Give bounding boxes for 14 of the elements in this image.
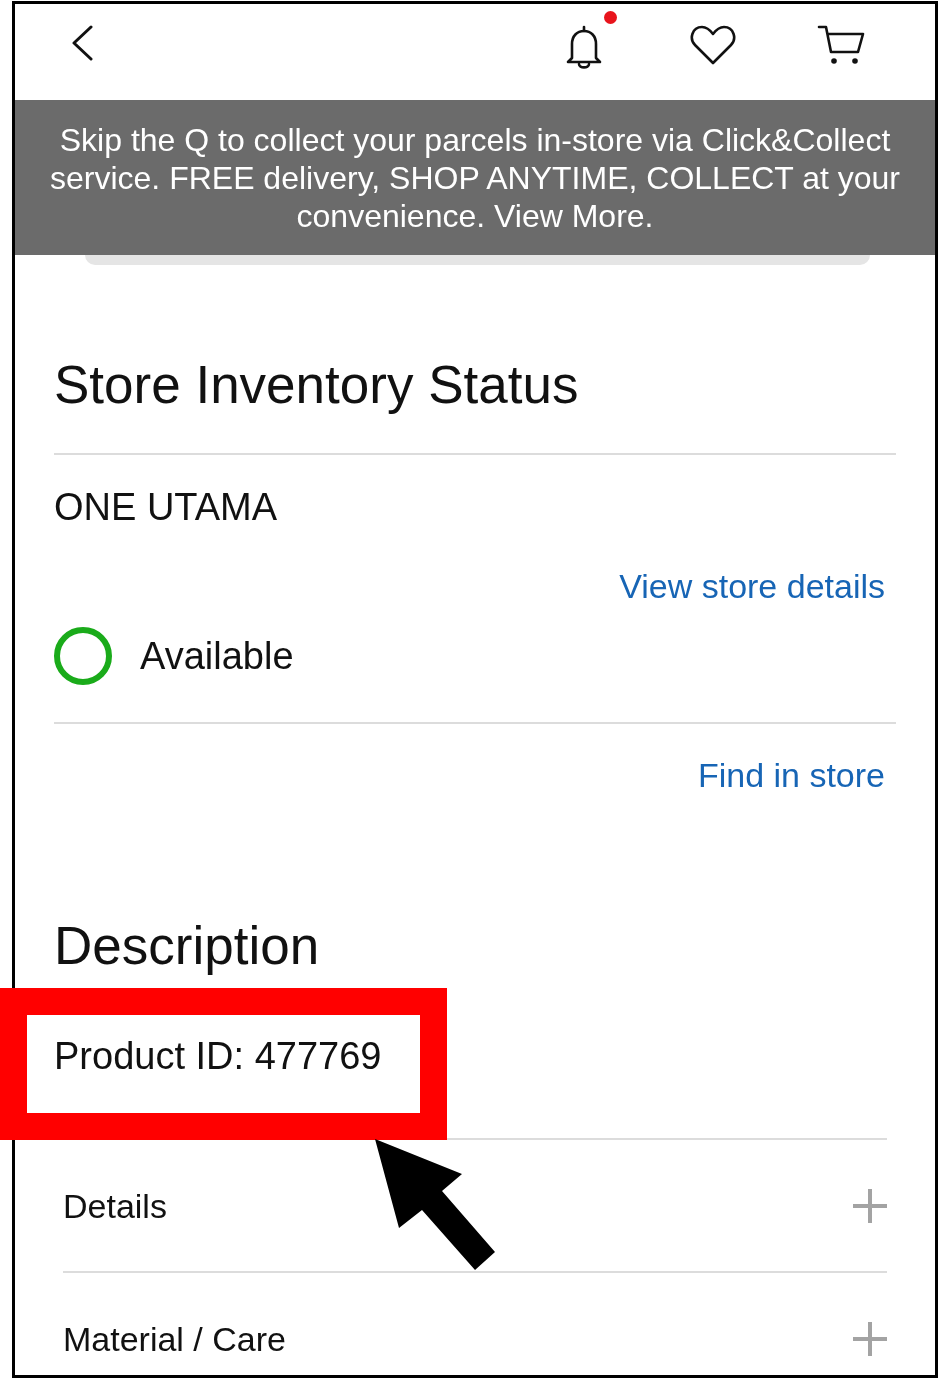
view-store-details-link[interactable]: View store details <box>619 566 885 606</box>
availability-status: Available <box>140 634 294 678</box>
store-name: ONE UTAMA <box>54 485 278 529</box>
find-in-store-link[interactable]: Find in store <box>697 755 885 795</box>
accordion-row[interactable]: Details <box>63 1140 887 1271</box>
cart-icon[interactable] <box>817 25 865 65</box>
product-id: Product ID: 477769 <box>54 1034 382 1078</box>
back-chevron-icon[interactable] <box>71 25 93 61</box>
section-heading: Store Inventory Status <box>54 357 579 413</box>
bell-icon[interactable] <box>564 25 604 69</box>
section-heading: Description <box>54 917 320 975</box>
promo-banner[interactable]: Skip the Q to collect your parcels in-store via Click&Collect service. FREE delivery, SHOP ANYTIME, COLLECT at your convenience. View More. <box>15 100 935 255</box>
accordion-row[interactable]: Material / Care <box>63 1273 887 1359</box>
heart-icon[interactable] <box>690 25 736 65</box>
